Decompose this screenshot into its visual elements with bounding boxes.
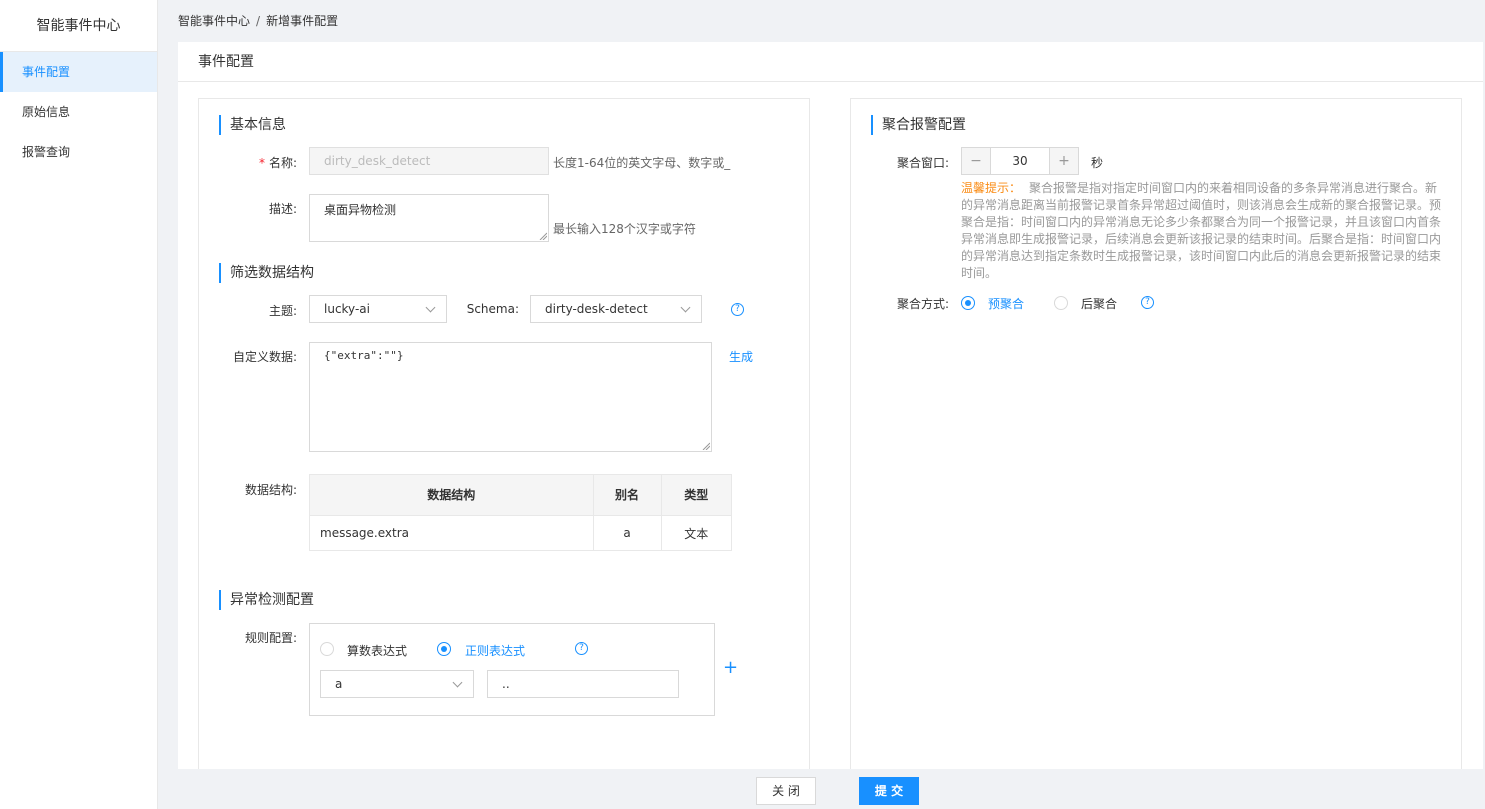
tip-body: 聚合报警是指对指定时间窗口内的来着相同设备的多条异常消息进行聚合。新的异常消息距… (961, 181, 1442, 280)
table-header: 类型 (661, 475, 731, 515)
name-label: * 名称: (239, 154, 297, 171)
window-value[interactable]: 30 (990, 148, 1050, 174)
sidebar-item-raw-info[interactable]: 原始信息 (0, 92, 157, 132)
table-cell: 文本 (661, 514, 731, 551)
window-label: 聚合窗口: (896, 156, 949, 170)
expression-input[interactable]: .. (487, 670, 679, 698)
table-cell: a (593, 514, 662, 551)
name-hint: 长度1-64位的英文字母、数字或_ (553, 156, 731, 170)
required-mark: * (258, 156, 265, 170)
topic-value: lucky-ai (324, 302, 370, 316)
main-card: 事件配置 基本信息 * 名称: dirty_desk_detect 长度1-64位… (178, 42, 1483, 770)
desc-text: 桌面异物检测 (324, 203, 397, 217)
window-unit: 秒 (1091, 156, 1104, 170)
radio-arith[interactable] (320, 642, 334, 656)
chevron-down-icon (425, 302, 436, 313)
submit-button[interactable]: 提 交 (859, 777, 919, 805)
close-button[interactable]: 关 闭 (756, 777, 816, 805)
page-title: 事件配置 (178, 42, 1483, 82)
custom-data-label: 自定义数据: (232, 350, 297, 364)
section-title-aggregation: 聚合报警配置 (871, 115, 966, 135)
footer-bar: 关 闭 提 交 (178, 769, 1485, 809)
help-icon[interactable]: ? (731, 303, 744, 316)
window-stepper[interactable]: − 30 + (961, 147, 1079, 175)
section-title-anomaly: 异常检测配置 (219, 590, 314, 610)
radio-post-aggregate-label[interactable]: 后聚合 (1081, 295, 1117, 312)
data-structure-table: 数据结构 别名 类型 message.extra a 文本 (309, 474, 732, 551)
desc-label: 描述: (268, 202, 297, 216)
section-title-filter: 筛选数据结构 (219, 263, 314, 283)
custom-data-text: {"extra":""} (324, 349, 404, 362)
desc-textarea[interactable]: 桌面异物检测 (309, 194, 549, 242)
plus-icon[interactable]: + (1050, 148, 1078, 174)
field-value: a (335, 677, 343, 691)
field-select[interactable]: a (320, 670, 474, 698)
chevron-down-icon (452, 677, 463, 688)
right-panel: 聚合报警配置 聚合窗口: − 30 + 秒 温馨提示： 聚合报警是指对指定时间窗口… (850, 98, 1462, 770)
table-header: 数据结构 (310, 475, 594, 515)
sidebar: 智能事件中心 事件配置 原始信息 报警查询 (0, 0, 158, 809)
desc-hint: 最长输入128个汉字或字符 (553, 222, 696, 236)
radio-regex[interactable] (437, 642, 451, 656)
schema-label: Schema: (466, 302, 519, 316)
breadcrumb-separator: / (256, 14, 261, 28)
name-label-text: 名称: (268, 156, 297, 170)
topic-select[interactable]: lucky-ai (309, 295, 447, 323)
resize-handle-icon[interactable] (702, 442, 710, 450)
name-input[interactable]: dirty_desk_detect (309, 147, 549, 175)
chevron-down-icon (680, 302, 691, 313)
radio-arith-label[interactable]: 算数表达式 (347, 642, 407, 659)
table-header: 别名 (593, 475, 662, 515)
section-title-basic: 基本信息 (219, 115, 286, 135)
app-title: 智能事件中心 (0, 0, 157, 52)
topic-label: 主题: (268, 304, 297, 318)
breadcrumb-root[interactable]: 智能事件中心 (178, 14, 250, 28)
tip-head: 温馨提示： (961, 181, 1022, 195)
resize-handle-icon[interactable] (539, 232, 547, 240)
radio-pre-aggregate[interactable] (961, 296, 975, 310)
data-structure-label: 数据结构: (244, 483, 297, 497)
mode-label: 聚合方式: (896, 297, 949, 311)
sidebar-item-event-config[interactable]: 事件配置 (0, 52, 157, 92)
left-panel: 基本信息 * 名称: dirty_desk_detect 长度1-64位的英文字母… (198, 98, 810, 770)
generate-link[interactable]: 生成 (729, 348, 753, 365)
help-icon[interactable]: ? (575, 642, 588, 655)
help-icon[interactable]: ? (1141, 296, 1154, 309)
add-rule-plus-icon[interactable]: + (723, 659, 738, 677)
breadcrumb-current: 新增事件配置 (266, 14, 339, 28)
radio-regex-label[interactable]: 正则表达式 (465, 642, 525, 659)
minus-icon[interactable]: − (962, 148, 990, 174)
radio-pre-aggregate-label[interactable]: 预聚合 (988, 295, 1024, 312)
custom-data-textarea[interactable]: {"extra":""} (309, 342, 712, 452)
rule-config-box: 算数表达式 正则表达式 ? a .. (309, 623, 715, 716)
breadcrumb: 智能事件中心 / 新增事件配置 (178, 0, 338, 42)
aggregation-tip: 温馨提示： 聚合报警是指对指定时间窗口内的来着相同设备的多条异常消息进行聚合。新的… (961, 180, 1445, 282)
rule-label: 规则配置: (244, 631, 297, 645)
table-row: message.extra a 文本 (310, 514, 731, 551)
table-cell: message.extra (310, 514, 594, 551)
radio-post-aggregate[interactable] (1054, 296, 1068, 310)
schema-value: dirty-desk-detect (545, 302, 648, 316)
schema-select[interactable]: dirty-desk-detect (530, 295, 702, 323)
sidebar-item-alarm-query[interactable]: 报警查询 (0, 132, 157, 172)
